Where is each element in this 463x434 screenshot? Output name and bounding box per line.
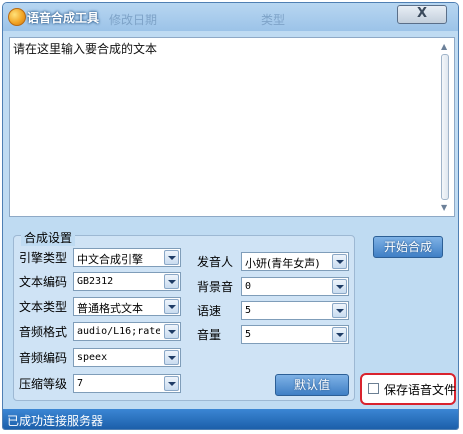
chevron-down-icon[interactable] (164, 299, 179, 314)
audio-encoding-value: speex (77, 352, 108, 363)
title-bar[interactable]: 语音合成工具 修改日期 类型 X (3, 3, 458, 31)
status-text: 已成功连接服务器 (7, 414, 104, 428)
text-type-select[interactable]: 普通格式文本 (73, 297, 181, 316)
text-encoding-select[interactable]: GB2312 (73, 272, 181, 291)
voice-select[interactable]: 小妍(青年女声) (241, 252, 349, 271)
speed-value: 5 (245, 305, 252, 316)
speed-label: 语速 (197, 304, 222, 318)
text-type-label: 文本类型 (19, 300, 68, 314)
background-sound-select[interactable]: 0 (241, 277, 349, 296)
chevron-down-icon[interactable] (332, 303, 347, 318)
audio-encoding-label: 音频编码 (19, 351, 68, 365)
ghost-column-type: 类型 (261, 13, 286, 27)
audio-encoding-select[interactable]: speex (73, 348, 181, 367)
save-audio-checkbox[interactable] (368, 383, 379, 394)
save-audio-label[interactable]: 保存语音文件 (384, 381, 456, 398)
background-sound-value: 0 (245, 281, 252, 292)
chevron-down-icon[interactable] (164, 274, 179, 289)
save-audio-checkbox-area[interactable]: 保存语音文件 (360, 373, 456, 405)
text-type-value: 普通格式文本 (77, 302, 143, 315)
compression-level-select[interactable]: 7 (73, 374, 181, 393)
chevron-down-icon[interactable] (164, 324, 179, 339)
scroll-up-icon[interactable]: ▲ (441, 42, 447, 51)
volume-select[interactable]: 5 (241, 325, 349, 344)
volume-label: 音量 (197, 328, 222, 342)
main-window: 语音合成工具 修改日期 类型 X 请在这里输入要合成的文本 ▲ ▼ 合成设置 引… (2, 2, 459, 430)
text-scrollbar[interactable]: ▲ ▼ (438, 40, 452, 214)
app-logo-icon (8, 8, 26, 26)
close-icon: X (416, 6, 428, 21)
engine-type-select[interactable]: 中文合成引擎 (73, 248, 181, 267)
volume-value: 5 (245, 329, 252, 340)
voice-value: 小妍(青年女声) (245, 257, 320, 270)
chevron-down-icon[interactable] (332, 279, 347, 294)
engine-type-value: 中文合成引擎 (77, 253, 143, 266)
chevron-down-icon[interactable] (164, 350, 179, 365)
text-input-area[interactable]: 请在这里输入要合成的文本 ▲ ▼ (9, 37, 455, 217)
audio-format-value: audio/L16;rate= (77, 326, 160, 337)
window-title: 语音合成工具 (27, 11, 100, 25)
compression-level-value: 7 (77, 378, 84, 389)
speed-select[interactable]: 5 (241, 301, 349, 320)
compression-level-label: 压缩等级 (19, 377, 68, 391)
scroll-down-icon[interactable]: ▼ (441, 203, 447, 212)
chevron-down-icon[interactable] (332, 327, 347, 342)
background-sound-label: 背景音 (197, 280, 234, 294)
default-values-button[interactable]: 默认值 (275, 374, 349, 396)
audio-format-label: 音频格式 (19, 325, 68, 339)
status-bar: 已成功连接服务器 (3, 409, 458, 429)
chevron-down-icon[interactable] (164, 250, 179, 265)
audio-format-select[interactable]: audio/L16;rate= (73, 322, 181, 341)
engine-type-label: 引擎类型 (19, 251, 68, 265)
chevron-down-icon[interactable] (164, 376, 179, 391)
text-encoding-label: 文本编码 (19, 275, 68, 289)
text-input-placeholder: 请在这里输入要合成的文本 (13, 42, 158, 56)
voice-label: 发音人 (197, 255, 234, 269)
chevron-down-icon[interactable] (332, 254, 347, 269)
start-synthesis-button[interactable]: 开始合成 (373, 236, 443, 258)
settings-group-title: 合成设置 (21, 229, 76, 246)
ghost-column-date: 修改日期 (109, 13, 158, 27)
text-encoding-value: GB2312 (77, 276, 114, 287)
scroll-thumb[interactable] (441, 54, 449, 200)
close-button[interactable]: X (397, 5, 447, 24)
